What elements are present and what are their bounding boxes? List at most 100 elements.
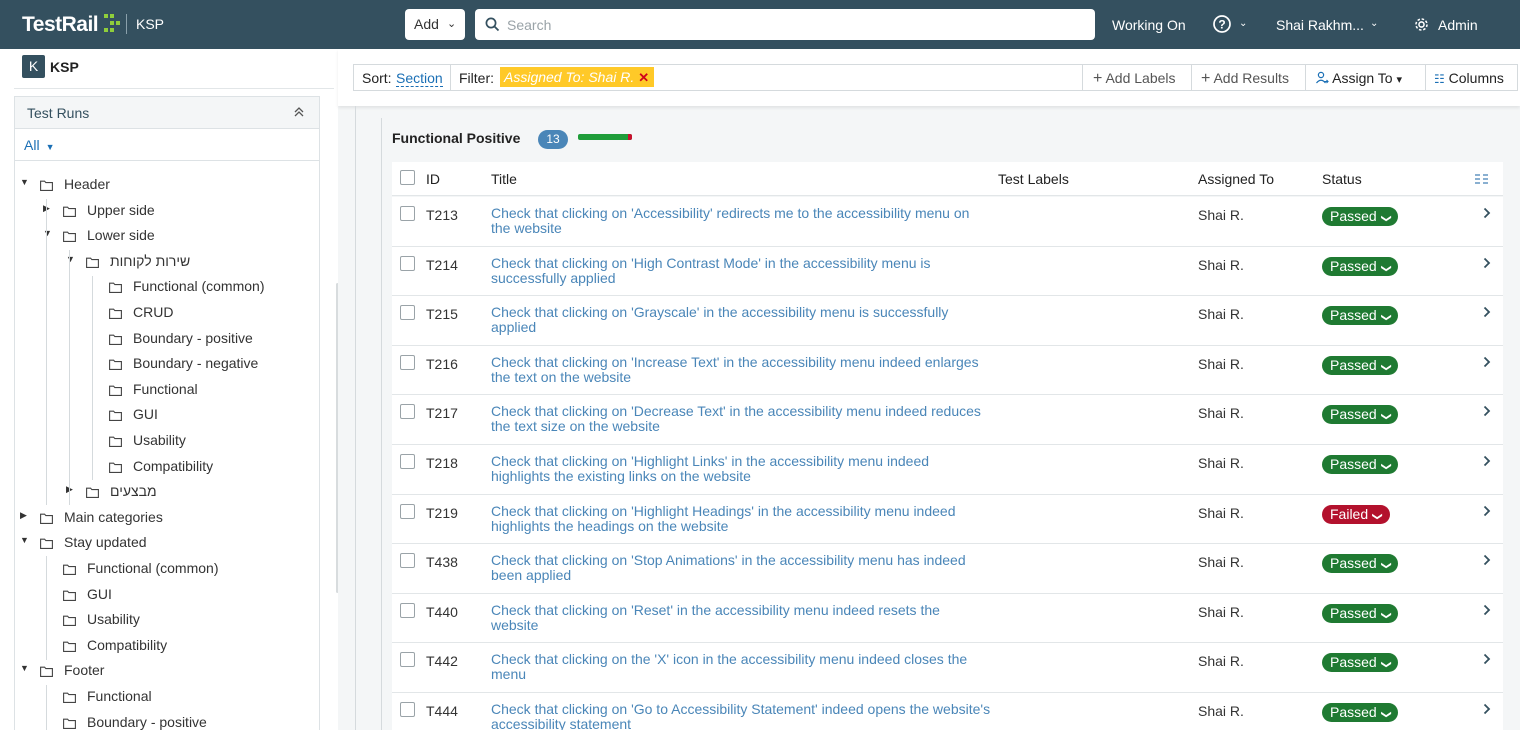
row-checkbox[interactable] [400, 702, 415, 717]
search-input[interactable] [507, 15, 1067, 34]
chevron-right-icon[interactable] [1483, 257, 1491, 269]
select-all-checkbox[interactable] [400, 170, 415, 185]
status-dropdown[interactable]: Passed ❯ [1322, 256, 1399, 276]
user-menu[interactable]: Shai Rakhm... [1276, 17, 1364, 33]
caret-down-icon[interactable]: ▼ [66, 254, 75, 264]
testrail-logo[interactable]: TestRail [22, 13, 99, 37]
chevron-down-icon[interactable]: ⌄ [1239, 18, 1247, 29]
test-id: T218 [426, 455, 458, 471]
status-label: Passed [1330, 555, 1377, 572]
project-name[interactable]: KSP [136, 16, 164, 32]
caret-down-icon[interactable]: ▼ [20, 177, 29, 187]
add-button[interactable]: Add ⌄ [405, 9, 465, 40]
status-label: Passed [1330, 654, 1377, 671]
active-filter-chip[interactable]: Assigned To: Shai R. ✕ [500, 67, 655, 87]
chevron-right-icon[interactable] [1483, 306, 1491, 318]
status-dropdown[interactable]: Passed ❯ [1322, 306, 1399, 326]
section-guide-line [355, 106, 356, 730]
status-dropdown[interactable]: Passed ❯ [1322, 455, 1399, 474]
chevron-right-icon[interactable] [1483, 554, 1491, 566]
add-labels-button[interactable]: + Add Labels [1093, 70, 1176, 88]
test-title-link[interactable]: Check that clicking on 'Decrease Text' i… [491, 404, 991, 434]
assigned-to: Shai R. [1198, 703, 1244, 719]
caret-down-icon[interactable]: ▼ [20, 535, 29, 545]
row-checkbox[interactable] [400, 503, 415, 519]
assign-user-icon [1316, 71, 1329, 84]
row-checkbox[interactable] [400, 206, 415, 221]
assign-to-button[interactable]: Assign To ▾ [1315, 70, 1402, 86]
chevron-right-icon[interactable] [1483, 703, 1491, 715]
row-checkbox[interactable] [400, 553, 415, 569]
chevron-right-icon[interactable] [1483, 455, 1491, 467]
sidebar-project-name[interactable]: KSP [50, 59, 79, 75]
search-box[interactable] [475, 9, 1095, 40]
folder-icon [86, 485, 99, 501]
row-checkbox[interactable] [400, 305, 415, 321]
status-dropdown[interactable]: Passed ❯ [1322, 405, 1399, 425]
column-header-assigned[interactable]: Assigned To [1198, 171, 1274, 187]
runs-filter-dropdown[interactable]: All ▼ [24, 137, 54, 153]
column-header-id[interactable]: ID [426, 171, 440, 187]
caret-down-icon[interactable]: ▼ [20, 663, 29, 673]
sort-section-link[interactable]: Section [396, 70, 443, 87]
test-title-link[interactable]: Check that clicking on 'Stop Animations'… [491, 553, 991, 583]
row-checkbox[interactable] [400, 255, 415, 271]
help-icon[interactable]: ? [1212, 14, 1232, 34]
test-title-link[interactable]: Check that clicking on 'Accessibility' r… [491, 206, 991, 236]
columns-button[interactable]: ☷ Columns [1434, 70, 1504, 86]
collapse-icon[interactable] [293, 106, 305, 118]
status-dropdown[interactable]: Passed ❯ [1322, 703, 1399, 722]
test-runs-panel: Test Runs All ▼ [14, 96, 320, 730]
test-id: T440 [426, 603, 458, 620]
chevron-right-icon[interactable] [1483, 405, 1491, 417]
table-row: T216 Check that clicking on 'Increase Tex… [392, 345, 1503, 396]
row-checkbox[interactable] [400, 602, 415, 618]
test-title-link[interactable]: Check that clicking on the 'X' icon in t… [491, 652, 991, 682]
gear-icon[interactable] [1413, 16, 1430, 33]
admin-link[interactable]: Admin [1438, 17, 1478, 33]
chevron-down-icon[interactable]: ⌄ [1370, 18, 1378, 29]
chevron-right-icon[interactable] [1483, 505, 1491, 517]
status-dropdown[interactable]: Failed ❯ [1322, 504, 1390, 524]
tree-item-label: Usability [133, 432, 186, 448]
close-icon[interactable]: ✕ [638, 70, 649, 85]
test-title-link[interactable]: Check that clicking on 'Grayscale' in th… [491, 305, 991, 335]
add-results-button[interactable]: + Add Results [1201, 70, 1289, 88]
chevron-right-icon[interactable] [1483, 207, 1491, 219]
chevron-right-icon[interactable] [1483, 356, 1491, 368]
divider [1082, 65, 1083, 90]
column-header-title[interactable]: Title [491, 171, 517, 187]
tree-item-label: Functional [133, 380, 198, 397]
tree-guide-line [46, 199, 47, 505]
columns-icon: ☷ [1434, 72, 1445, 86]
test-title-link[interactable]: Check that clicking on 'Increase Text' i… [491, 354, 991, 385]
working-on-menu[interactable]: Working On [1112, 17, 1186, 33]
test-id: T438 [426, 554, 458, 571]
status-dropdown[interactable]: Passed ❯ [1322, 207, 1399, 226]
folder-icon [63, 229, 76, 245]
test-title-link[interactable]: Check that clicking on 'Reset' in the ac… [491, 602, 991, 633]
test-title-link[interactable]: Check that clicking on 'Highlight Headin… [491, 503, 991, 534]
add-labels-label: Add Labels [1105, 70, 1176, 86]
chevron-right-icon[interactable] [1483, 653, 1491, 665]
row-checkbox[interactable] [400, 652, 415, 668]
row-checkbox[interactable] [400, 404, 415, 420]
column-settings-icon[interactable] [1475, 174, 1488, 185]
status-dropdown[interactable]: Passed ❯ [1322, 355, 1399, 375]
status-dropdown[interactable]: Passed ❯ [1322, 554, 1399, 574]
assigned-to: Shai R. [1198, 256, 1244, 273]
column-header-labels[interactable]: Test Labels [998, 171, 1069, 187]
status-dropdown[interactable]: Passed ❯ [1322, 653, 1399, 673]
chevron-right-icon[interactable] [1483, 604, 1491, 616]
columns-label: Columns [1448, 70, 1504, 86]
test-title-link[interactable]: Check that clicking on 'Highlight Links'… [491, 454, 991, 484]
section-title[interactable]: Functional Positive [392, 130, 520, 146]
status-dropdown[interactable]: Passed ❯ [1322, 603, 1399, 623]
row-checkbox[interactable] [400, 354, 415, 370]
caret-down-icon[interactable]: ▼ [43, 228, 52, 238]
caret-right-icon[interactable]: ▶ [20, 510, 27, 521]
row-checkbox[interactable] [400, 454, 415, 469]
column-header-status[interactable]: Status [1322, 171, 1362, 187]
test-title-link[interactable]: Check that clicking on 'High Contrast Mo… [491, 255, 991, 286]
test-title-link[interactable]: Check that clicking on 'Go to Accessibil… [491, 702, 991, 730]
